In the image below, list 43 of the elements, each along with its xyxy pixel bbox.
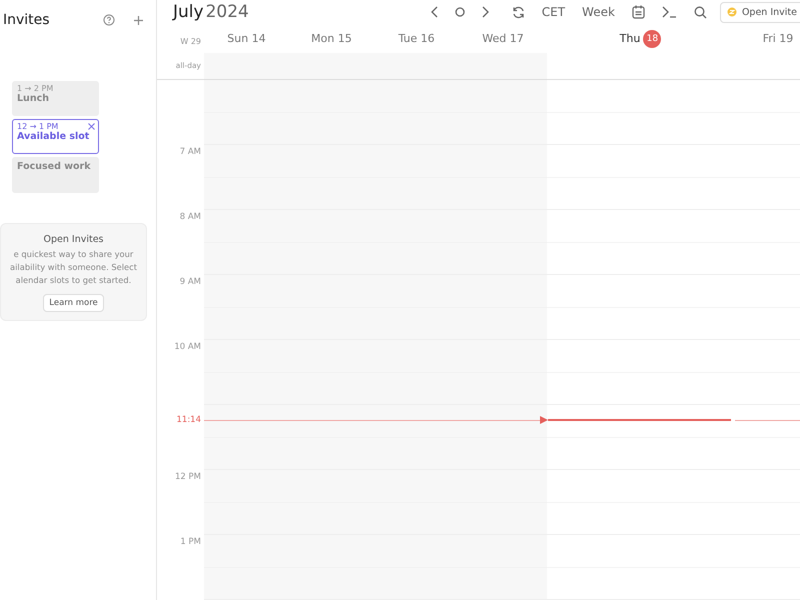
today-circle-icon[interactable] [454, 7, 465, 18]
help-icon[interactable] [103, 14, 115, 26]
slot-card[interactable]: 1 → 2 PM Lunch [12, 81, 99, 116]
hour-label: 7 AM [180, 147, 201, 157]
timezone-button[interactable]: CET [542, 5, 566, 20]
month-title: July [173, 2, 204, 22]
info-title: Open Invites [44, 234, 104, 245]
current-time-label: 11:14 [176, 415, 202, 425]
day-label: Thu [620, 32, 640, 46]
slot-time: 1 → 2 PM [17, 84, 54, 93]
search-icon[interactable] [694, 6, 707, 19]
slot-card[interactable]: Focused work [12, 157, 99, 193]
today-date-badge: 18 [643, 30, 662, 48]
hour-label: 8 AM [180, 212, 201, 222]
hour-label: 12 PM [175, 472, 201, 482]
day-label: Wed 17 [482, 32, 524, 46]
slot-title: Focused work [17, 161, 92, 172]
info-text: e quickest way to share your ailability with someone. Select alendar slots to get started. [10, 248, 137, 287]
day-label: Fri 19 [762, 32, 794, 46]
chevron-left-icon[interactable] [430, 6, 438, 18]
slot-card[interactable]: 12 → 1 PM Available slot [12, 119, 99, 154]
day-label: Tue 16 [398, 32, 435, 46]
year-title: 2024 [206, 2, 249, 22]
hour-label: 9 AM [180, 277, 201, 287]
day-label: Mon 15 [311, 32, 352, 46]
hour-label: 10 AM [174, 342, 201, 352]
add-icon[interactable] [133, 14, 144, 26]
view-button[interactable]: Week [582, 5, 615, 20]
slot-time: 12 → 1 PM [17, 122, 60, 131]
slot-title: Available slot [17, 131, 90, 142]
close-icon[interactable] [88, 123, 95, 130]
week-number: W 29 [180, 37, 201, 46]
open-invite-button[interactable]: Open Invite [720, 2, 800, 23]
calendar-icon[interactable] [632, 5, 645, 20]
refresh-icon[interactable] [512, 6, 525, 19]
chevron-right-icon[interactable] [482, 6, 489, 18]
terminal-icon[interactable] [662, 6, 677, 18]
slot-title: Lunch [17, 93, 50, 104]
invite-icon [726, 7, 737, 18]
hour-label: 1 PM [180, 537, 201, 547]
day-label: Sun 14 [227, 32, 266, 46]
learn-more-button[interactable]: Learn more [43, 294, 104, 312]
sidebar-title: Invites [3, 12, 50, 28]
